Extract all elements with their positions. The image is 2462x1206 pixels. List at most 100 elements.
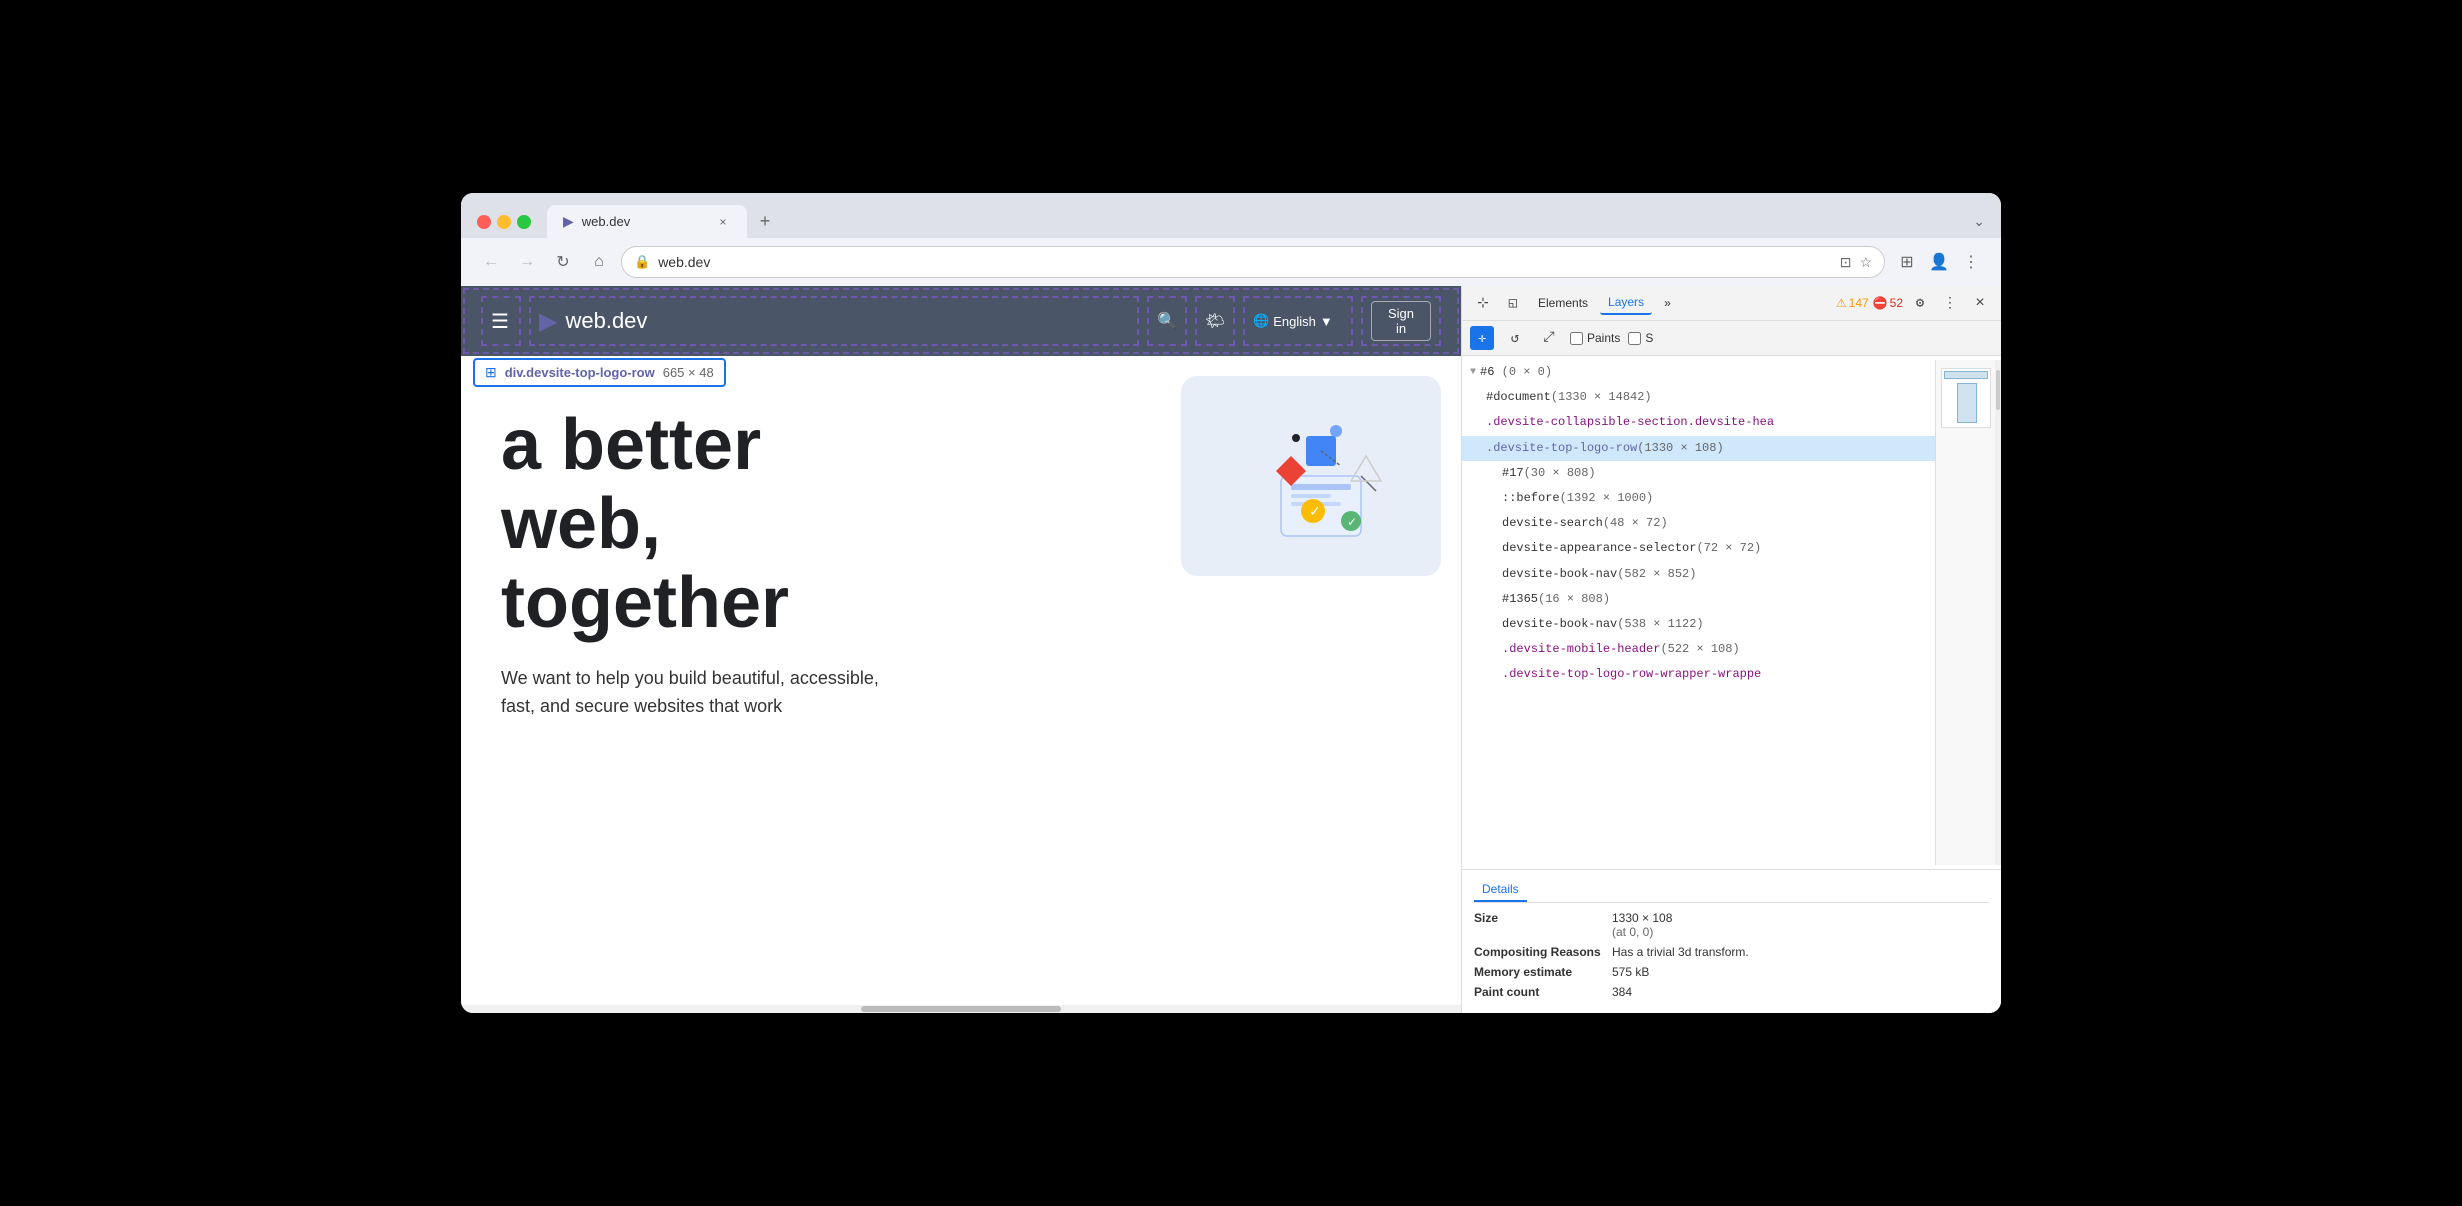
layer-item-document[interactable]: #document(1330 × 14842): [1462, 385, 1935, 410]
layer-item-logo-row[interactable]: .devsite-top-logo-row(1330 × 108): [1462, 436, 1935, 461]
layer-name: .devsite-top-logo-row-wrapper-wrappe: [1502, 665, 1761, 684]
layer-item-mobile-header[interactable]: .devsite-mobile-header(522 × 108): [1462, 637, 1935, 662]
nav-actions: ⊞ 👤 ⋮: [1893, 248, 1985, 276]
layer-name: #6 (0 × 0): [1480, 363, 1552, 382]
size-row: Size 1330 × 108 (at 0, 0): [1474, 911, 1989, 939]
element-class-name: div.devsite-top-logo-row: [505, 365, 655, 380]
layer-preview-visual: [1941, 368, 1991, 428]
layer-name: devsite-appearance-selector(72 × 72): [1502, 539, 1761, 558]
layer-arrow-icon: ▼: [1470, 365, 1476, 381]
size-sub: (at 0, 0): [1612, 925, 1653, 939]
browser-menu-button[interactable]: ⋮: [1957, 248, 1985, 276]
search-icon[interactable]: 🔍: [1157, 311, 1177, 331]
hero-svg: ✓ ✓: [1221, 396, 1401, 556]
viewport-scrollbar[interactable]: [461, 1005, 1461, 1013]
home-button[interactable]: ⌂: [585, 248, 613, 276]
layer-item-wrapper[interactable]: .devsite-top-logo-row-wrapper-wrappe: [1462, 662, 1935, 687]
new-tab-button[interactable]: +: [751, 208, 779, 236]
paint-count-row: Paint count 384: [1474, 985, 1989, 999]
webdev-logo: ▶ web.dev: [539, 307, 647, 336]
rotate-layer-button[interactable]: ↺: [1502, 325, 1528, 351]
compositing-value: Has a trivial 3d transform.: [1612, 945, 1749, 959]
layer-item-1365[interactable]: #1365(16 × 808): [1462, 587, 1935, 612]
layer-item-booknav2[interactable]: devsite-book-nav(538 × 1122): [1462, 612, 1935, 637]
layer-item-appearance[interactable]: devsite-appearance-selector(72 × 72): [1462, 536, 1935, 561]
inspect-element-button[interactable]: ⊹: [1470, 290, 1496, 316]
devtools-settings-button[interactable]: ⚙: [1907, 290, 1933, 316]
cursor-icon: ⊹: [1477, 295, 1489, 312]
layer-name: #1365(16 × 808): [1502, 590, 1610, 609]
devtools-toolbar: ⊹ ◱ Elements Layers » ⚠ 147 ⛔ 52: [1462, 286, 2001, 321]
minimize-window-button[interactable]: [497, 215, 511, 229]
language-label: English: [1273, 314, 1316, 329]
layer-item-booknav1[interactable]: devsite-book-nav(582 × 852): [1462, 562, 1935, 587]
device-icon: ◱: [1509, 295, 1517, 312]
devtools-close-button[interactable]: ×: [1967, 290, 1993, 316]
memory-value: 575 kB: [1612, 965, 1649, 979]
more-tabs-button[interactable]: »: [1656, 292, 1679, 314]
size-label: Size: [1474, 911, 1604, 939]
elements-tab[interactable]: Elements: [1530, 292, 1596, 314]
maximize-window-button[interactable]: [517, 215, 531, 229]
browser-tab[interactable]: ▶ web.dev ×: [547, 205, 747, 238]
details-tab[interactable]: Details: [1474, 878, 1527, 902]
compositing-row: Compositing Reasons Has a trivial 3d tra…: [1474, 945, 1989, 959]
error-count[interactable]: ⛔ 52: [1873, 296, 1903, 310]
bookmark-icon[interactable]: ☆: [1859, 254, 1872, 271]
details-panel: Details Size 1330 × 108 (at 0, 0) Compos…: [1462, 869, 2001, 1013]
theme-icon[interactable]: 🌤: [1205, 311, 1225, 331]
header-theme-col: 🌤: [1195, 296, 1235, 346]
tree-scrollbar[interactable]: [1995, 360, 2001, 865]
scale-icon: ⤢: [1543, 330, 1554, 346]
header-menu-col: ☰: [481, 296, 521, 346]
main-content: ☰ ▶ web.dev 🔍 🌤: [461, 286, 2001, 1013]
s-toggle[interactable]: S: [1628, 331, 1653, 345]
s-label: S: [1645, 331, 1653, 345]
sign-in-button[interactable]: Sign in: [1371, 301, 1431, 341]
back-button[interactable]: ←: [477, 248, 505, 276]
security-icon: 🔒: [634, 254, 650, 270]
reload-button[interactable]: ↻: [549, 248, 577, 276]
layer-item-search[interactable]: devsite-search(48 × 72): [1462, 511, 1935, 536]
language-selector[interactable]: 🌐 English ▼: [1253, 313, 1333, 329]
header-columns: ☰ ▶ web.dev 🔍 🌤: [481, 296, 1441, 346]
paints-checkbox[interactable]: [1570, 332, 1583, 345]
layer-item-collapsible[interactable]: .devsite-collapsible-section.devsite-hea: [1462, 410, 1935, 435]
viewport-scroll-thumb[interactable]: [861, 1006, 1061, 1012]
tab-title: web.dev: [582, 214, 630, 229]
svg-text:✓: ✓: [1309, 503, 1321, 519]
element-icon: ⊞: [485, 364, 497, 381]
scale-layer-button[interactable]: ⤢: [1536, 325, 1562, 351]
layer-item-before[interactable]: ::before(1392 × 1000): [1462, 486, 1935, 511]
s-checkbox[interactable]: [1628, 332, 1641, 345]
hero-image: ✓ ✓: [1181, 376, 1441, 576]
header-search-col: 🔍: [1147, 296, 1187, 346]
address-bar[interactable]: 🔒 web.dev ⊡ ☆: [621, 246, 1885, 278]
extensions-button[interactable]: ⊞: [1893, 248, 1921, 276]
device-toggle-button[interactable]: ◱: [1500, 290, 1526, 316]
devtools-menu-button[interactable]: ⋮: [1937, 290, 1963, 316]
expand-tabs-button[interactable]: ⌄: [1973, 213, 1985, 230]
element-label: ⊞ div.devsite-top-logo-row 665 × 48: [473, 358, 726, 387]
move-layer-button[interactable]: ✛: [1470, 326, 1494, 350]
layer-name: devsite-book-nav(538 × 1122): [1502, 615, 1704, 634]
logo-text: web.dev: [565, 308, 647, 334]
layers-tab[interactable]: Layers: [1600, 291, 1652, 315]
error-number: 52: [1890, 296, 1903, 310]
tree-scroll-thumb[interactable]: [1996, 370, 2000, 410]
warning-count[interactable]: ⚠ 147: [1836, 296, 1869, 310]
svg-text:✓: ✓: [1347, 515, 1357, 529]
layer-item-root[interactable]: ▼ #6 (0 × 0): [1462, 360, 1935, 385]
error-icon: ⛔: [1873, 296, 1888, 310]
header-logo-col: ▶ web.dev: [529, 296, 1139, 346]
close-window-button[interactable]: [477, 215, 491, 229]
browser-viewport: ☰ ▶ web.dev 🔍 🌤: [461, 286, 1461, 1013]
cast-icon[interactable]: ⊡: [1840, 254, 1852, 271]
profile-button[interactable]: 👤: [1925, 248, 1953, 276]
layer-item-17[interactable]: #17(30 × 808): [1462, 461, 1935, 486]
paints-toggle[interactable]: Paints: [1570, 331, 1620, 345]
hamburger-icon: ☰: [491, 309, 509, 334]
tab-close-button[interactable]: ×: [715, 214, 731, 230]
warnings-errors: ⚠ 147 ⛔ 52: [1836, 296, 1903, 310]
forward-button[interactable]: →: [513, 248, 541, 276]
